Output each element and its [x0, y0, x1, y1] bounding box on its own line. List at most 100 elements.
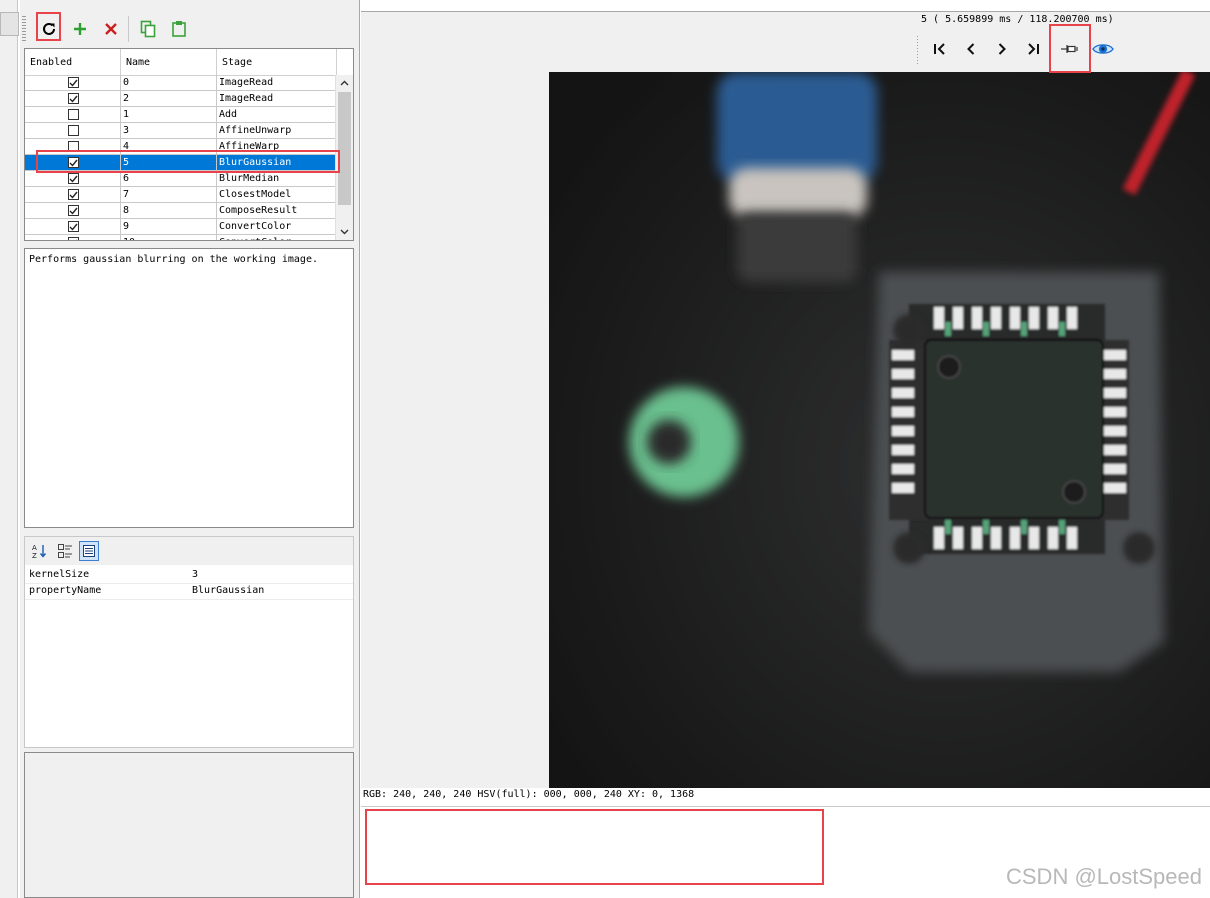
scroll-up-button[interactable] [336, 75, 353, 91]
enabled-cell [25, 187, 121, 202]
first-icon [934, 43, 945, 55]
add-button[interactable] [68, 18, 92, 40]
property-row[interactable]: propertyName BlurGaussian [25, 583, 353, 600]
first-frame-button[interactable] [929, 38, 951, 60]
pipeline-panel: Enabled Name Stage 0 ImageRead 2 ImageRead 1… [20, 0, 360, 898]
enabled-cell [25, 123, 121, 138]
enabled-checkbox[interactable] [68, 125, 79, 136]
enabled-cell [25, 91, 121, 106]
name-cell: 6 [121, 171, 217, 186]
copy-icon [140, 20, 156, 38]
property-value[interactable]: BlurGaussian [192, 583, 264, 599]
paste-icon [172, 21, 186, 37]
watermark: CSDN @LostSpeed [1006, 864, 1202, 889]
name-cell: 8 [121, 203, 217, 218]
stage-description: Performs gaussian blurring on the workin… [24, 248, 354, 528]
property-grid: A Z kernelSize 3 propertyName BlurGaussi… [24, 536, 354, 748]
pixel-status-readout: RGB: 240, 240, 240 HSV(full): 000, 000, … [363, 789, 695, 800]
enabled-cell [25, 235, 121, 240]
enabled-cell [25, 219, 121, 234]
eye-icon [1092, 44, 1114, 54]
scroll-down-button[interactable] [336, 224, 353, 240]
table-row[interactable]: 10ConvertColor [25, 235, 337, 240]
chevron-up-icon [340, 80, 349, 86]
property-row[interactable]: kernelSize 3 [25, 567, 353, 584]
enabled-checkbox[interactable] [68, 237, 79, 240]
image-viewer[interactable] [549, 72, 1210, 788]
stage-cell: ConvertColor [217, 219, 337, 234]
table-row[interactable]: 1 Add [25, 107, 337, 123]
name-cell: 9 [121, 219, 217, 234]
stage-cell: Add [217, 107, 337, 122]
stage-cell: ImageRead [217, 91, 337, 106]
stage-cell: ClosestModel [217, 187, 337, 202]
copy-button[interactable] [136, 18, 160, 40]
last-frame-button[interactable] [1022, 38, 1044, 60]
refresh-icon [43, 22, 55, 35]
grid-header: Enabled Name Stage [25, 49, 337, 76]
check-icon [75, 239, 78, 240]
svg-text:Z: Z [32, 552, 37, 559]
categorized-icon [58, 544, 72, 558]
enabled-checkbox[interactable] [68, 173, 79, 184]
toolbar-separator [128, 16, 129, 42]
chevron-down-icon [340, 229, 349, 235]
visibility-button[interactable] [1092, 38, 1114, 60]
enabled-cell [25, 155, 121, 170]
last-icon [1028, 43, 1039, 55]
table-row[interactable]: 9 ConvertColor [25, 219, 337, 235]
table-row[interactable]: 2 ImageRead [25, 91, 337, 107]
next-icon [998, 43, 1006, 55]
previous-frame-button[interactable] [960, 38, 982, 60]
table-row[interactable]: 5 BlurGaussian [25, 155, 337, 171]
stage-cell: AffineWarp [217, 139, 337, 154]
grid-scrollbar[interactable] [335, 75, 353, 240]
property-pages-icon [83, 545, 95, 557]
close-icon [105, 23, 117, 35]
stage-cell: ConvertColor [217, 235, 337, 240]
name-cell: 5 [121, 155, 217, 170]
dock-tab[interactable] [0, 12, 19, 36]
column-header-stage[interactable]: Stage [217, 49, 337, 75]
table-row[interactable]: 4 AffineWarp [25, 139, 337, 155]
enabled-cell [25, 139, 121, 154]
grid-body: 0 ImageRead 2 ImageRead 1 Add 3 AffineUnwarp 4 Af… [25, 75, 337, 240]
nav-separator [917, 36, 918, 64]
enabled-checkbox[interactable] [68, 109, 79, 120]
enabled-checkbox[interactable] [68, 205, 79, 216]
enabled-checkbox[interactable] [68, 93, 79, 104]
table-row[interactable]: 8 ComposeResult [25, 203, 337, 219]
toolbar-grip[interactable] [22, 16, 26, 42]
refresh-button[interactable] [37, 18, 61, 40]
pin-icon [1061, 45, 1078, 53]
delete-button[interactable] [99, 18, 123, 40]
enabled-checkbox[interactable] [68, 77, 79, 88]
table-row[interactable]: 7 ClosestModel [25, 187, 337, 203]
enabled-checkbox[interactable] [68, 189, 79, 200]
table-row[interactable]: 6 BlurMedian [25, 171, 337, 187]
column-header-enabled[interactable]: Enabled [25, 49, 121, 75]
enabled-cell [25, 203, 121, 218]
stage-cell: ComposeResult [217, 203, 337, 218]
name-cell: 10 [121, 235, 217, 240]
column-header-name[interactable]: Name [121, 49, 217, 75]
table-row[interactable]: 3 AffineUnwarp [25, 123, 337, 139]
property-pages-button[interactable] [79, 541, 99, 561]
categorized-button[interactable] [55, 541, 75, 561]
enabled-cell [25, 107, 121, 122]
next-frame-button[interactable] [991, 38, 1013, 60]
sort-alphabetical-button[interactable]: A Z [29, 541, 49, 561]
name-cell: 4 [121, 139, 217, 154]
pipeline-toolbar [20, 12, 360, 46]
name-cell: 7 [121, 187, 217, 202]
pin-button[interactable] [1059, 38, 1081, 60]
paste-button[interactable] [167, 18, 191, 40]
scroll-thumb[interactable] [338, 92, 351, 205]
enabled-checkbox[interactable] [68, 221, 79, 232]
enabled-checkbox[interactable] [68, 141, 79, 152]
table-row[interactable]: 0 ImageRead [25, 75, 337, 91]
svg-text:A: A [32, 544, 37, 552]
check-icon [69, 159, 78, 167]
enabled-checkbox[interactable] [68, 157, 79, 168]
property-value[interactable]: 3 [192, 567, 198, 583]
